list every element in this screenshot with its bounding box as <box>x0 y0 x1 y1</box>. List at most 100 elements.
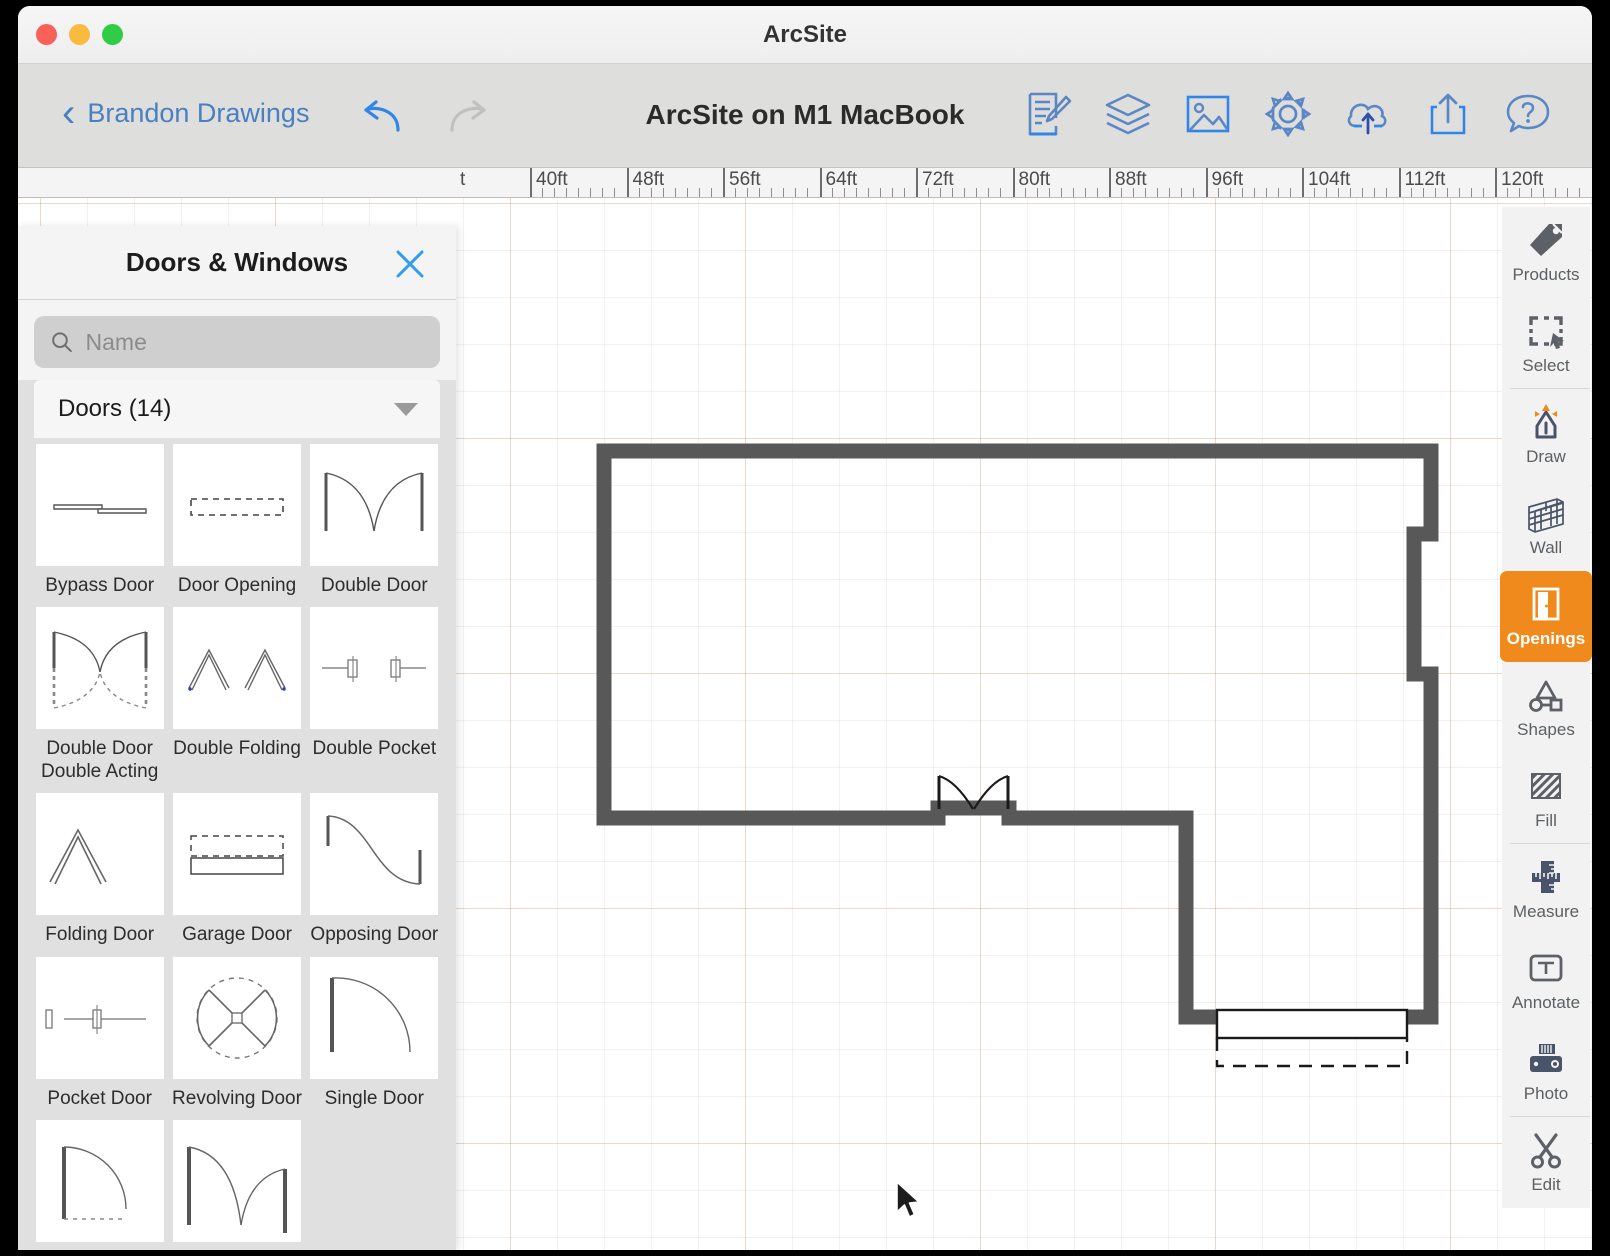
ruler-tick: 40ft <box>530 168 568 197</box>
horizontal-ruler[interactable]: t 40ft 48ft 56ft 64ft 72ft 80ft 88ft 96ft 104ft 11… <box>18 168 1592 198</box>
text-box-icon <box>1529 954 1563 982</box>
door-item[interactable]: Bypass Door <box>34 444 165 607</box>
rail-item-fill[interactable]: Fill <box>1502 753 1590 844</box>
gear-icon <box>1264 90 1312 138</box>
door-item[interactable]: Pocket Door <box>34 956 165 1120</box>
rail-item-label: Measure <box>1512 902 1580 921</box>
door-item[interactable]: Folding Door <box>34 793 165 956</box>
door-item[interactable]: Door Opening <box>171 444 302 607</box>
rail-item-wall[interactable]: Wall <box>1502 480 1590 571</box>
ruler-minor-tick <box>1217 188 1219 197</box>
door-item[interactable]: Opposing Door <box>309 793 440 956</box>
ruler-minor-tick <box>795 188 797 197</box>
help-icon <box>1506 94 1550 133</box>
layers-button[interactable] <box>1102 88 1154 140</box>
image-icon <box>1186 95 1230 133</box>
ruler-tick: 48ft <box>626 168 664 197</box>
door-item[interactable]: Double Door <box>309 444 440 607</box>
ruler-minor-tick <box>1060 188 1062 197</box>
door-item-label: Double Folding <box>173 738 301 760</box>
rail-item-label: Annotate <box>1511 993 1581 1012</box>
door-item[interactable]: Garage Door <box>171 793 302 956</box>
garage-door-opening[interactable] <box>1215 1008 1409 1068</box>
ruler-minor-tick <box>928 188 930 197</box>
rail-item-draw[interactable]: Draw <box>1502 389 1590 480</box>
ruler-minor-tick <box>1362 188 1364 197</box>
search-field[interactable] <box>34 316 440 368</box>
door-item[interactable]: Double Door Double Acting <box>34 607 165 793</box>
revolving-icon <box>196 976 278 1059</box>
ruler-minor-tick <box>698 188 700 197</box>
rail-item-measure[interactable]: Measure <box>1502 844 1590 935</box>
panel-close-button[interactable] <box>392 246 428 282</box>
ruler-minor-tick <box>1253 188 1255 197</box>
door-item[interactable]: Double Folding <box>171 607 302 793</box>
rail-item-edit[interactable]: Edit <box>1502 1117 1590 1208</box>
panel-header: Doors & Windows <box>18 226 456 300</box>
door-item-label: Double Pocket <box>312 738 437 760</box>
ruler-minor-tick <box>710 188 712 197</box>
doors-group-header[interactable]: Doors (14) <box>34 380 440 438</box>
door-item[interactable]: Revolving Door <box>171 956 302 1120</box>
ruler-minor-tick <box>1084 188 1086 197</box>
ruler-minor-tick <box>903 188 905 197</box>
ruler-minor-tick <box>735 188 737 197</box>
toolbar-icon-group <box>1022 88 1554 140</box>
layers-icon <box>1105 93 1151 135</box>
rail-item-label: Wall <box>1529 538 1563 557</box>
rail-item-label: Openings <box>1506 629 1586 648</box>
close-icon <box>396 250 424 278</box>
ruler-minor-tick <box>1121 188 1123 197</box>
rail-item-shapes[interactable]: Shapes <box>1502 662 1590 753</box>
image-button[interactable] <box>1182 88 1234 140</box>
rail-item-label: Fill <box>1535 811 1557 830</box>
ruler-tick: 96ft <box>1205 168 1243 197</box>
share-button[interactable] <box>1422 88 1474 140</box>
door-thumbnail <box>35 1120 164 1243</box>
door-item[interactable] <box>171 1120 302 1250</box>
ruler-minor-tick <box>1350 188 1352 197</box>
ruler-minor-tick <box>1338 188 1340 197</box>
rail-item-label: Draw <box>1526 447 1566 466</box>
ruler-minor-tick <box>542 188 544 197</box>
help-button[interactable] <box>1502 88 1554 140</box>
ruler-minor-tick <box>1507 188 1509 197</box>
window-titlebar: ArcSite <box>18 6 1592 64</box>
search-input[interactable] <box>85 328 424 356</box>
double-icon <box>324 472 424 532</box>
folding-icon <box>48 828 107 885</box>
door-thumbnail <box>310 444 439 566</box>
panel-title: Doors & Windows <box>125 247 349 277</box>
ruler-minor-tick <box>578 188 580 197</box>
door-item[interactable] <box>34 1120 165 1250</box>
rail-item-products[interactable]: Products <box>1502 207 1590 298</box>
ruler-minor-tick <box>686 188 688 197</box>
settings-button[interactable] <box>1262 88 1314 140</box>
wall-outline[interactable] <box>596 443 1439 1025</box>
rail-item-photo[interactable]: Photo <box>1502 1026 1590 1117</box>
ruler-minor-tick <box>783 188 785 197</box>
door-thumbnail <box>35 793 164 916</box>
ruler-minor-tick <box>590 188 592 197</box>
ruler-minor-tick <box>1096 188 1098 197</box>
rail-item-label: Products <box>1512 265 1580 284</box>
door-item[interactable]: Single Door <box>309 956 440 1120</box>
ruler-minor-tick <box>638 188 640 197</box>
ruler-tick: 72ft <box>916 168 954 197</box>
door-item[interactable]: Double Pocket <box>309 607 440 793</box>
brick-wall-icon <box>1528 498 1564 533</box>
rail-item-annotate[interactable]: Annotate <box>1502 935 1590 1026</box>
ruler-minor-tick <box>1289 188 1291 197</box>
ruler-minor-tick <box>1229 188 1231 197</box>
notes-button[interactable] <box>1022 88 1074 140</box>
rail-item-openings[interactable]: Openings <box>1500 571 1592 662</box>
double-acting-icon <box>52 631 148 710</box>
door-item-label: Opposing Door <box>310 924 439 946</box>
rail-item-select[interactable]: Select <box>1502 298 1590 389</box>
ruler-tick: 64ft <box>819 168 857 197</box>
tag-icon <box>1530 223 1563 256</box>
ruler-minor-tick <box>1422 188 1424 197</box>
ruler-minor-tick <box>976 188 978 197</box>
cloud-upload-button[interactable] <box>1342 88 1394 140</box>
rail-item-label: Select <box>1522 356 1570 375</box>
